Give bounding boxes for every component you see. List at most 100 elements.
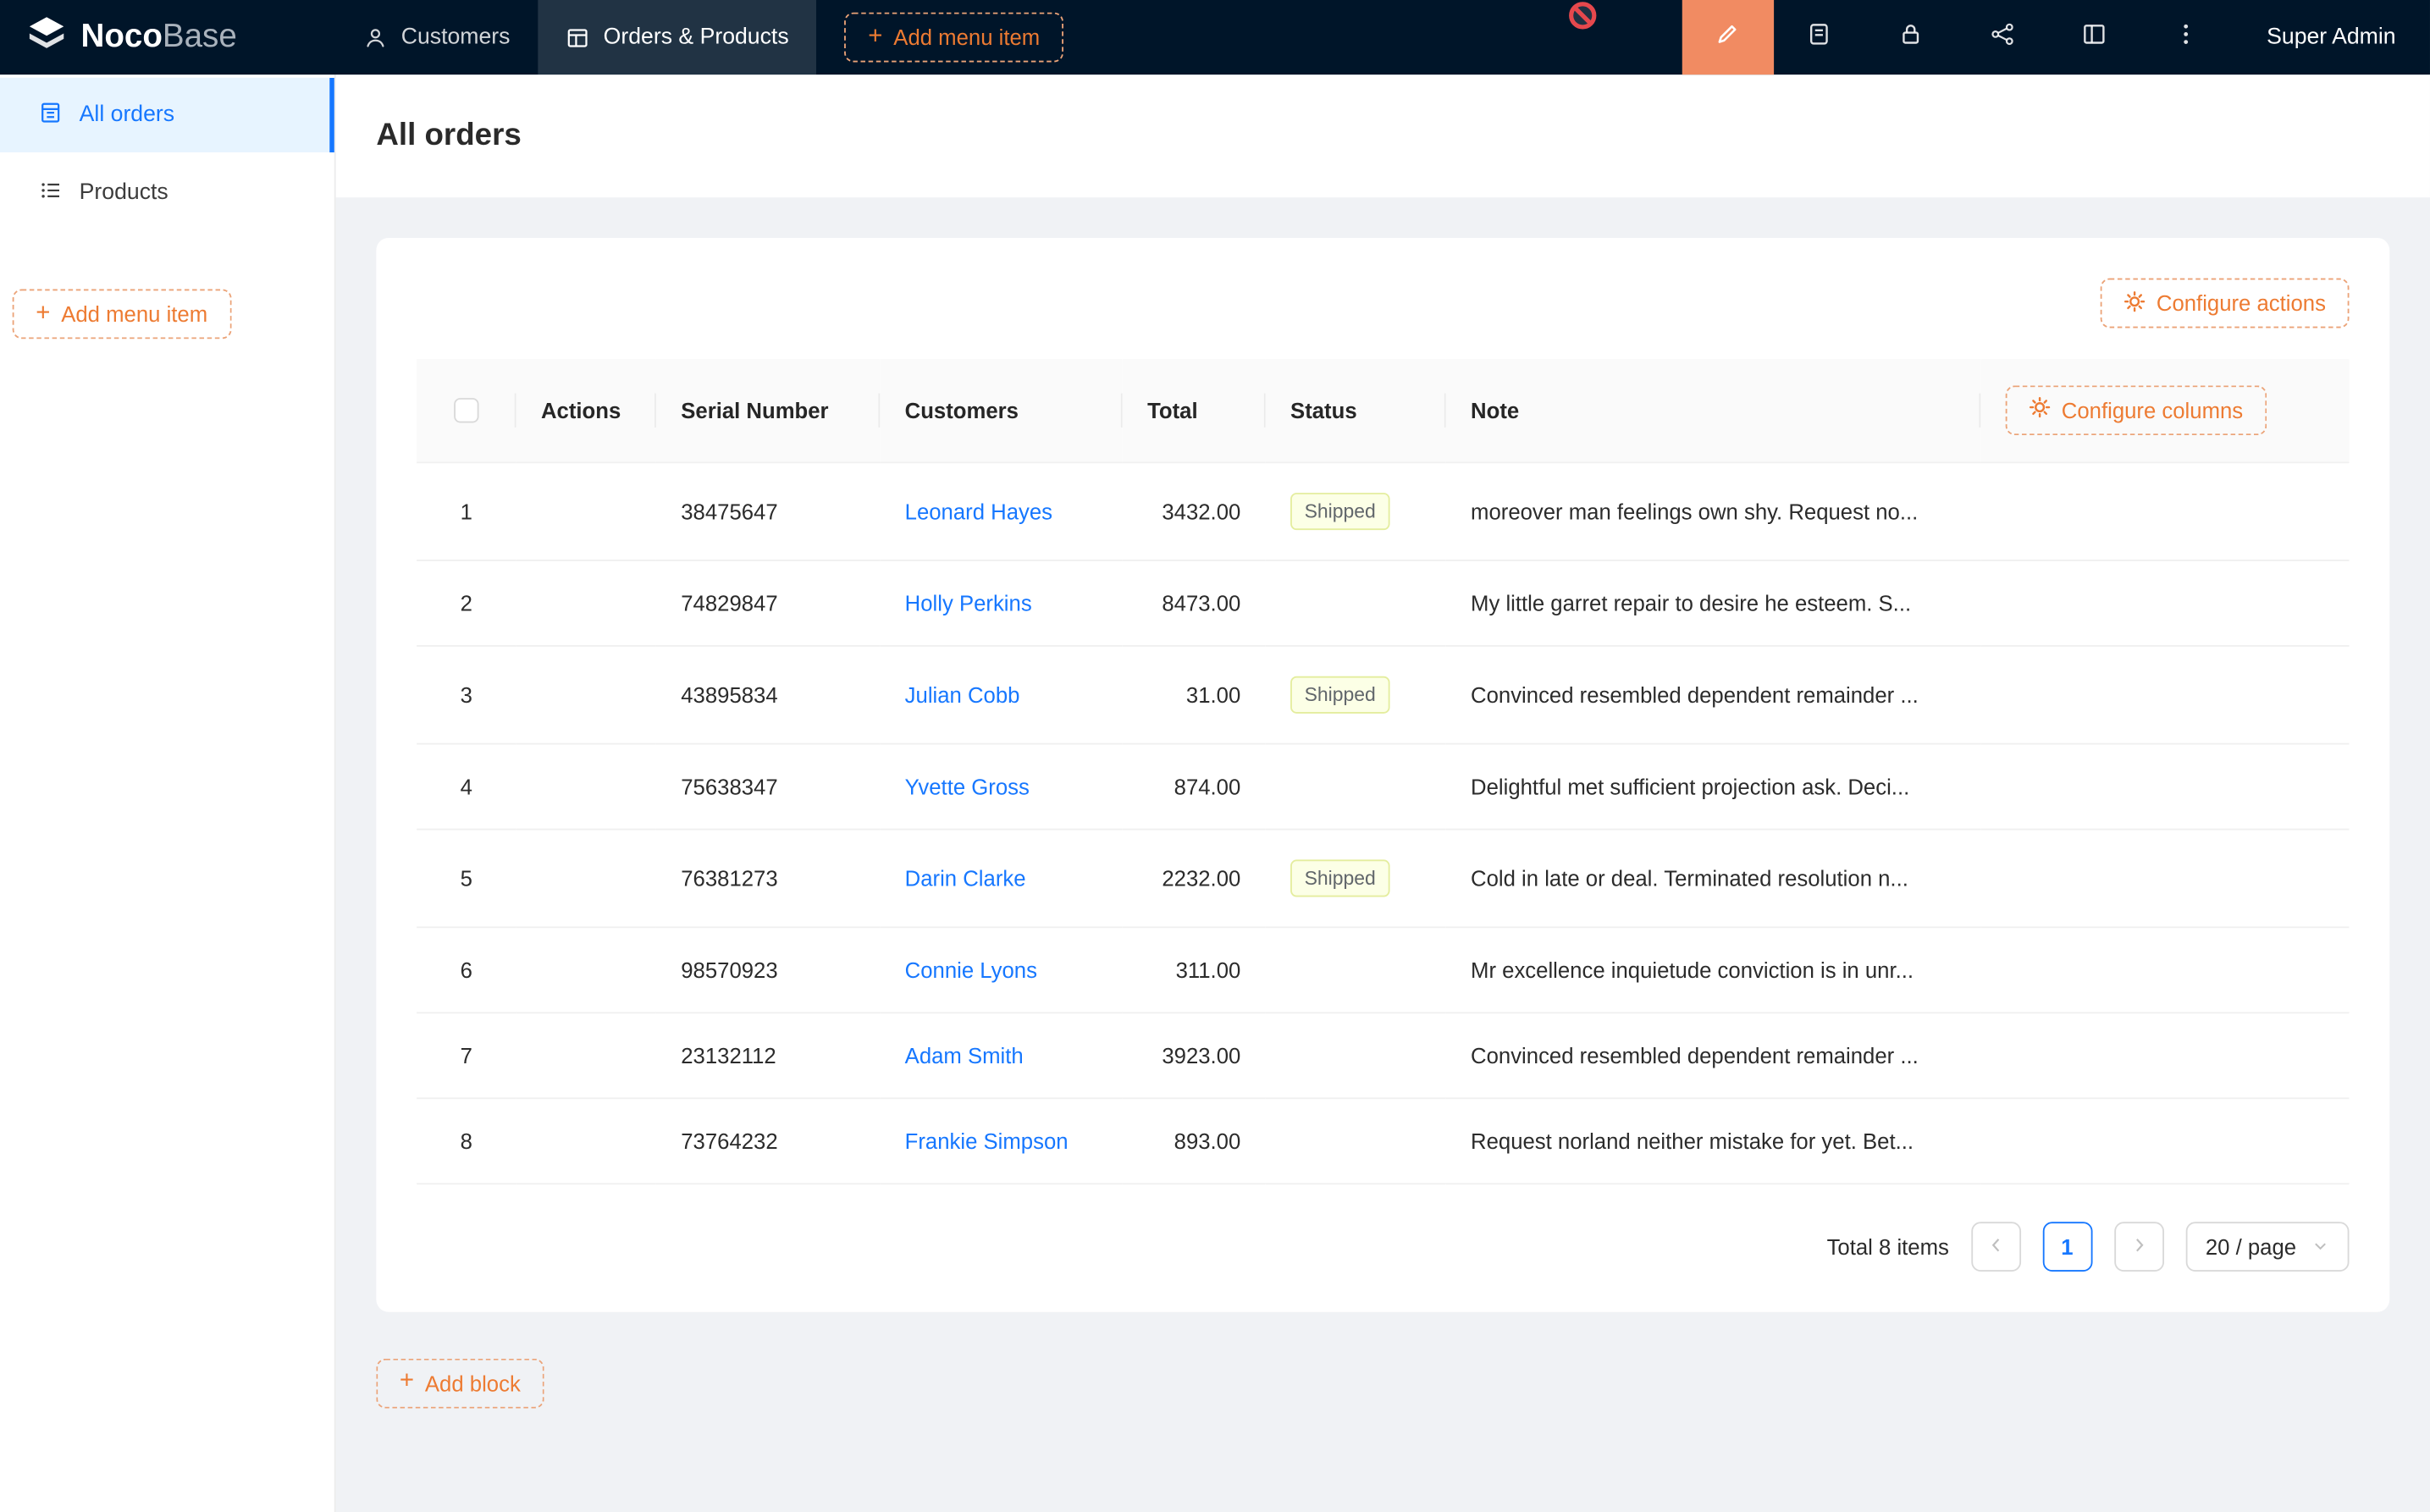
customer-link[interactable]: Darin Clarke — [905, 865, 1026, 890]
add-block-button[interactable]: + Add block — [376, 1358, 544, 1408]
row-index: 7 — [417, 1012, 516, 1097]
empty-trailing-cell — [1980, 1012, 2349, 1097]
cursor-no-drop-icon — [1567, 0, 1599, 31]
total-cell: 311.00 — [1123, 926, 1266, 1012]
customer-link[interactable]: Holly Perkins — [905, 590, 1032, 615]
pagination-next-button[interactable] — [2114, 1221, 2164, 1271]
sidebar-item-label: All orders — [80, 102, 174, 127]
page-size-value: 20 / page — [2206, 1233, 2296, 1258]
pagination: Total 8 items 1 20 / page — [417, 1221, 2349, 1271]
customer-link[interactable]: Adam Smith — [905, 1042, 1024, 1067]
status-cell — [1266, 926, 1446, 1012]
nocobase-logo[interactable]: NocoBase — [0, 0, 336, 74]
empty-trailing-cell — [1980, 1097, 2349, 1183]
select-all-checkbox[interactable] — [454, 399, 478, 423]
empty-trailing-cell — [1980, 645, 2349, 743]
serial-number-cell: 38475647 — [656, 461, 880, 560]
note-cell: Request norland neither mistake for yet.… — [1446, 1097, 1981, 1183]
page-title: All orders — [376, 119, 521, 154]
table-row: 4 75638347 Yvette Gross 874.00 Delightfu… — [417, 743, 2349, 829]
row-index: 8 — [417, 1097, 516, 1183]
pagination-page-1-button[interactable]: 1 — [2042, 1221, 2092, 1271]
add-block-area: + Add block — [376, 1358, 2389, 1408]
serial-number-cell: 43895834 — [656, 645, 880, 743]
main-area: All orders Configure actions — [336, 74, 2430, 1512]
add-menu-item-label: Add menu item — [893, 25, 1040, 49]
api-keys-button[interactable] — [1865, 0, 1957, 74]
total-cell: 874.00 — [1123, 743, 1266, 829]
chevron-left-icon — [1986, 1233, 2005, 1258]
list-icon — [39, 178, 63, 207]
ui-editor-button[interactable] — [1682, 0, 1774, 74]
total-cell: 893.00 — [1123, 1097, 1266, 1183]
customer-link[interactable]: Frankie Simpson — [905, 1128, 1069, 1152]
status-cell — [1266, 1012, 1446, 1097]
user-menu[interactable]: Super Admin — [2233, 0, 2430, 74]
serial-number-cell: 23132112 — [656, 1012, 880, 1097]
customer-cell: Holly Perkins — [880, 560, 1122, 645]
status-cell: Shipped — [1266, 461, 1446, 560]
page-size-select[interactable]: 20 / page — [2185, 1221, 2350, 1271]
configure-actions-button[interactable]: Configure actions — [2101, 279, 2350, 328]
sidebar-item-all-orders[interactable]: All orders — [0, 78, 334, 152]
sidebar-add-menu-item-button[interactable]: + Add menu item — [13, 290, 231, 339]
total-cell: 3923.00 — [1123, 1012, 1266, 1097]
lock-icon — [1899, 21, 1924, 54]
empty-trailing-cell — [1980, 461, 2349, 560]
navbar-add-menu-item-button[interactable]: + Add menu item — [845, 13, 1063, 63]
plugin-settings-button[interactable] — [2049, 0, 2140, 74]
customer-link[interactable]: Julian Cobb — [905, 682, 1020, 706]
status-cell — [1266, 560, 1446, 645]
plugin-manager-button[interactable] — [1958, 0, 2049, 74]
table-row: 2 74829847 Holly Perkins 8473.00 My litt… — [417, 560, 2349, 645]
serial-number-cell: 98570923 — [656, 926, 880, 1012]
serial-number-cell: 75638347 — [656, 743, 880, 829]
nav-item-orders-products[interactable]: Orders & Products — [538, 0, 817, 74]
status-cell — [1266, 1097, 1446, 1183]
total-cell: 8473.00 — [1123, 560, 1266, 645]
note-cell: Delightful met sufficient projection ask… — [1446, 743, 1981, 829]
row-actions-cell — [516, 461, 656, 560]
orders-table-header: Actions Serial Number Customers Total St… — [417, 359, 2349, 461]
status-cell — [1266, 743, 1446, 829]
customer-cell: Julian Cobb — [880, 645, 1122, 743]
note-cell: Convinced resembled dependent remainder … — [1446, 1012, 1981, 1097]
mobile-client-button[interactable] — [1774, 0, 1865, 74]
row-index: 6 — [417, 926, 516, 1012]
customer-link[interactable]: Connie Lyons — [905, 957, 1037, 981]
row-index: 5 — [417, 829, 516, 927]
serial-number-cell: 76381273 — [656, 829, 880, 927]
plus-icon: + — [36, 301, 50, 325]
column-header-actions: Actions — [516, 359, 656, 461]
configure-columns-header-cell: Configure columns — [1980, 359, 2349, 461]
serial-number-cell: 74829847 — [656, 560, 880, 645]
note-cell: My little garret repair to desire he est… — [1446, 560, 1981, 645]
note-cell: Cold in late or deal. Terminated resolut… — [1446, 829, 1981, 927]
row-actions-cell — [516, 743, 656, 829]
column-header-serial-number: Serial Number — [656, 359, 880, 461]
nav-item-customers[interactable]: Customers — [336, 0, 538, 74]
customer-cell: Adam Smith — [880, 1012, 1122, 1097]
customer-link[interactable]: Yvette Gross — [905, 774, 1030, 798]
sidebar: All orders Products + Add menu item — [0, 74, 336, 1512]
customer-cell: Leonard Hayes — [880, 461, 1122, 560]
table-row: 5 76381273 Darin Clarke 2232.00 Shipped … — [417, 829, 2349, 927]
configure-columns-button[interactable]: Configure columns — [2006, 385, 2267, 435]
document-icon — [1808, 21, 1832, 54]
row-index: 3 — [417, 645, 516, 743]
api-icon — [1991, 21, 2015, 54]
customer-link[interactable]: Leonard Hayes — [905, 499, 1052, 523]
plus-icon: + — [400, 1370, 414, 1394]
pagination-total: Total 8 items — [1827, 1233, 1949, 1258]
sidebar-item-products[interactable]: Products — [0, 156, 334, 230]
table-row: 8 73764232 Frankie Simpson 893.00 Reques… — [417, 1097, 2349, 1183]
add-menu-item-label: Add menu item — [61, 301, 207, 326]
nav-item-label: Orders & Products — [604, 25, 789, 49]
pagination-prev-button[interactable] — [1971, 1221, 2021, 1271]
status-badge: Shipped — [1290, 676, 1389, 713]
more-actions-button[interactable] — [2140, 0, 2232, 74]
row-index: 4 — [417, 743, 516, 829]
table-actions-toolbar: Configure actions — [417, 279, 2349, 328]
configure-columns-label: Configure columns — [2062, 398, 2243, 422]
column-header-status: Status — [1266, 359, 1446, 461]
